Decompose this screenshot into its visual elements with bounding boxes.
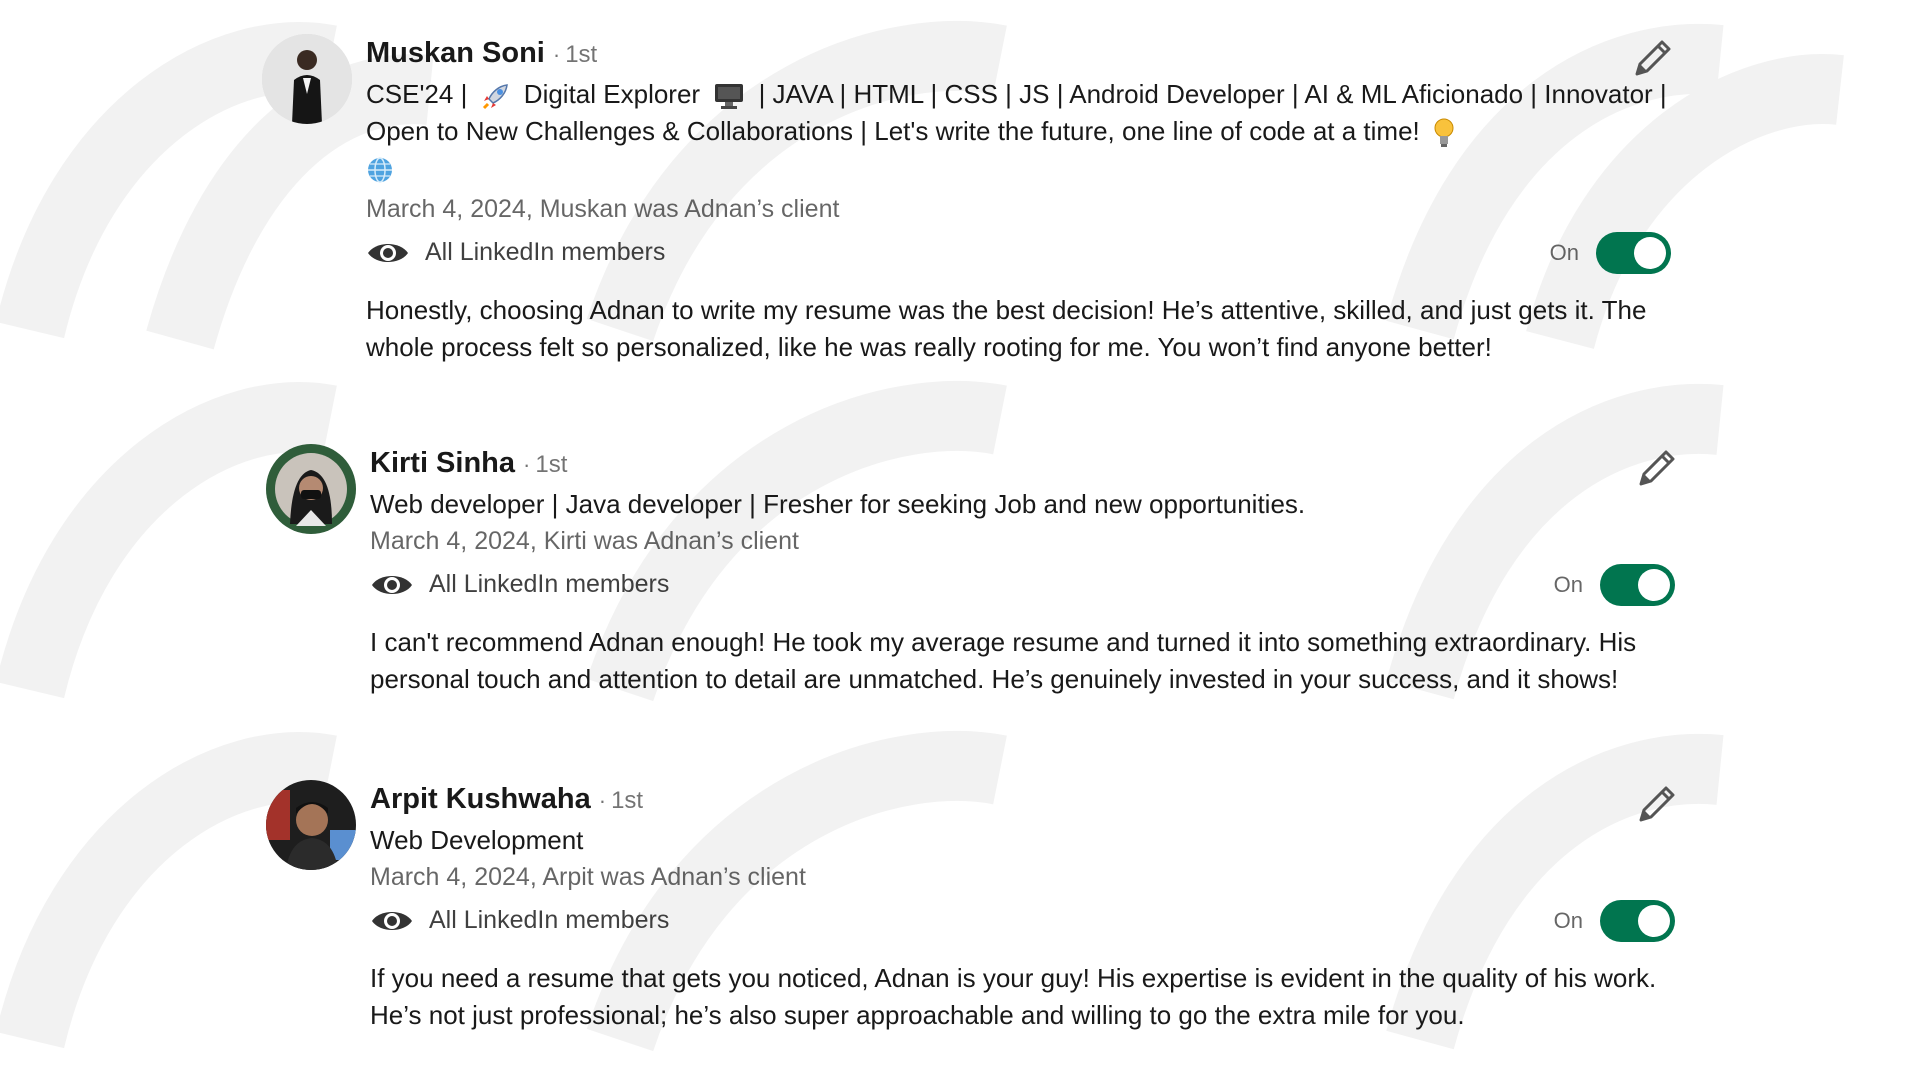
avatar-image: [266, 780, 356, 870]
recommendation-date: March 4, 2024, Muskan was Adnan’s client: [366, 195, 840, 223]
recommendation-text: Honestly, choosing Adnan to write my res…: [366, 295, 1647, 362]
recommendation-text: I can't recommend Adnan enough! He took …: [370, 627, 1637, 694]
name-line: Kirti Sinha · 1st: [370, 444, 1675, 484]
avatar-image: [262, 34, 352, 124]
eye-icon: [372, 576, 412, 594]
pencil-icon[interactable]: [1635, 446, 1679, 490]
visibility-toggle[interactable]: [1596, 232, 1671, 274]
member-name[interactable]: Muskan Soni: [366, 37, 545, 69]
pencil-icon[interactable]: [1635, 782, 1679, 826]
member-headline: Web Development: [370, 825, 584, 855]
eye-icon: [368, 244, 408, 262]
name-line: Muskan Soni · 1st: [366, 34, 1671, 74]
recommendation-date: March 4, 2024, Arpit was Adnan’s client: [370, 863, 806, 891]
member-headline: CSE'24 | Digital Explorer | JAVA | HTML …: [366, 76, 1671, 187]
visibility-row: All LinkedIn members On: [370, 900, 1675, 942]
lightbulb-icon: [1434, 118, 1454, 148]
visibility-label: All LinkedIn members: [429, 570, 670, 598]
separator: ·: [552, 42, 561, 67]
avatar[interactable]: [266, 780, 356, 870]
member-name[interactable]: Kirti Sinha: [370, 447, 515, 479]
connection-degree: 1st: [611, 787, 644, 814]
toggle-label: On: [1553, 572, 1583, 597]
headline-text: CSE'24 |: [366, 79, 468, 109]
name-line: Arpit Kushwaha · 1st: [370, 780, 1675, 820]
visibility-label: All LinkedIn members: [425, 238, 666, 266]
globe-icon: [368, 157, 392, 183]
visibility-row: All LinkedIn members On: [366, 232, 1671, 274]
eye-icon: [372, 912, 412, 930]
recommendation-date: March 4, 2024, Kirti was Adnan’s client: [370, 527, 799, 555]
visibility-row: All LinkedIn members On: [370, 564, 1675, 606]
toggle-knob: [1638, 569, 1670, 601]
toggle-label: On: [1549, 240, 1579, 265]
avatar-image: [266, 444, 356, 534]
toggle-knob: [1634, 237, 1666, 269]
separator: ·: [523, 452, 531, 477]
avatar[interactable]: [262, 34, 352, 124]
connection-degree: 1st: [535, 451, 568, 478]
pencil-icon[interactable]: [1631, 36, 1675, 80]
avatar[interactable]: [266, 444, 356, 534]
connection-degree: 1st: [565, 41, 598, 68]
headline-text: Digital Explorer: [523, 79, 701, 109]
toggle-knob: [1638, 905, 1670, 937]
visibility-toggle[interactable]: [1600, 900, 1675, 942]
visibility-toggle[interactable]: [1600, 564, 1675, 606]
recommendation-text: If you need a resume that gets you notic…: [370, 963, 1657, 1030]
member-headline: Web developer | Java developer | Fresher…: [370, 489, 1306, 519]
computer-icon: [715, 84, 744, 110]
toggle-label: On: [1553, 908, 1583, 933]
visibility-label: All LinkedIn members: [429, 906, 670, 934]
separator: ·: [598, 788, 607, 813]
rocket-icon: [482, 84, 508, 110]
member-name[interactable]: Arpit Kushwaha: [370, 783, 591, 815]
